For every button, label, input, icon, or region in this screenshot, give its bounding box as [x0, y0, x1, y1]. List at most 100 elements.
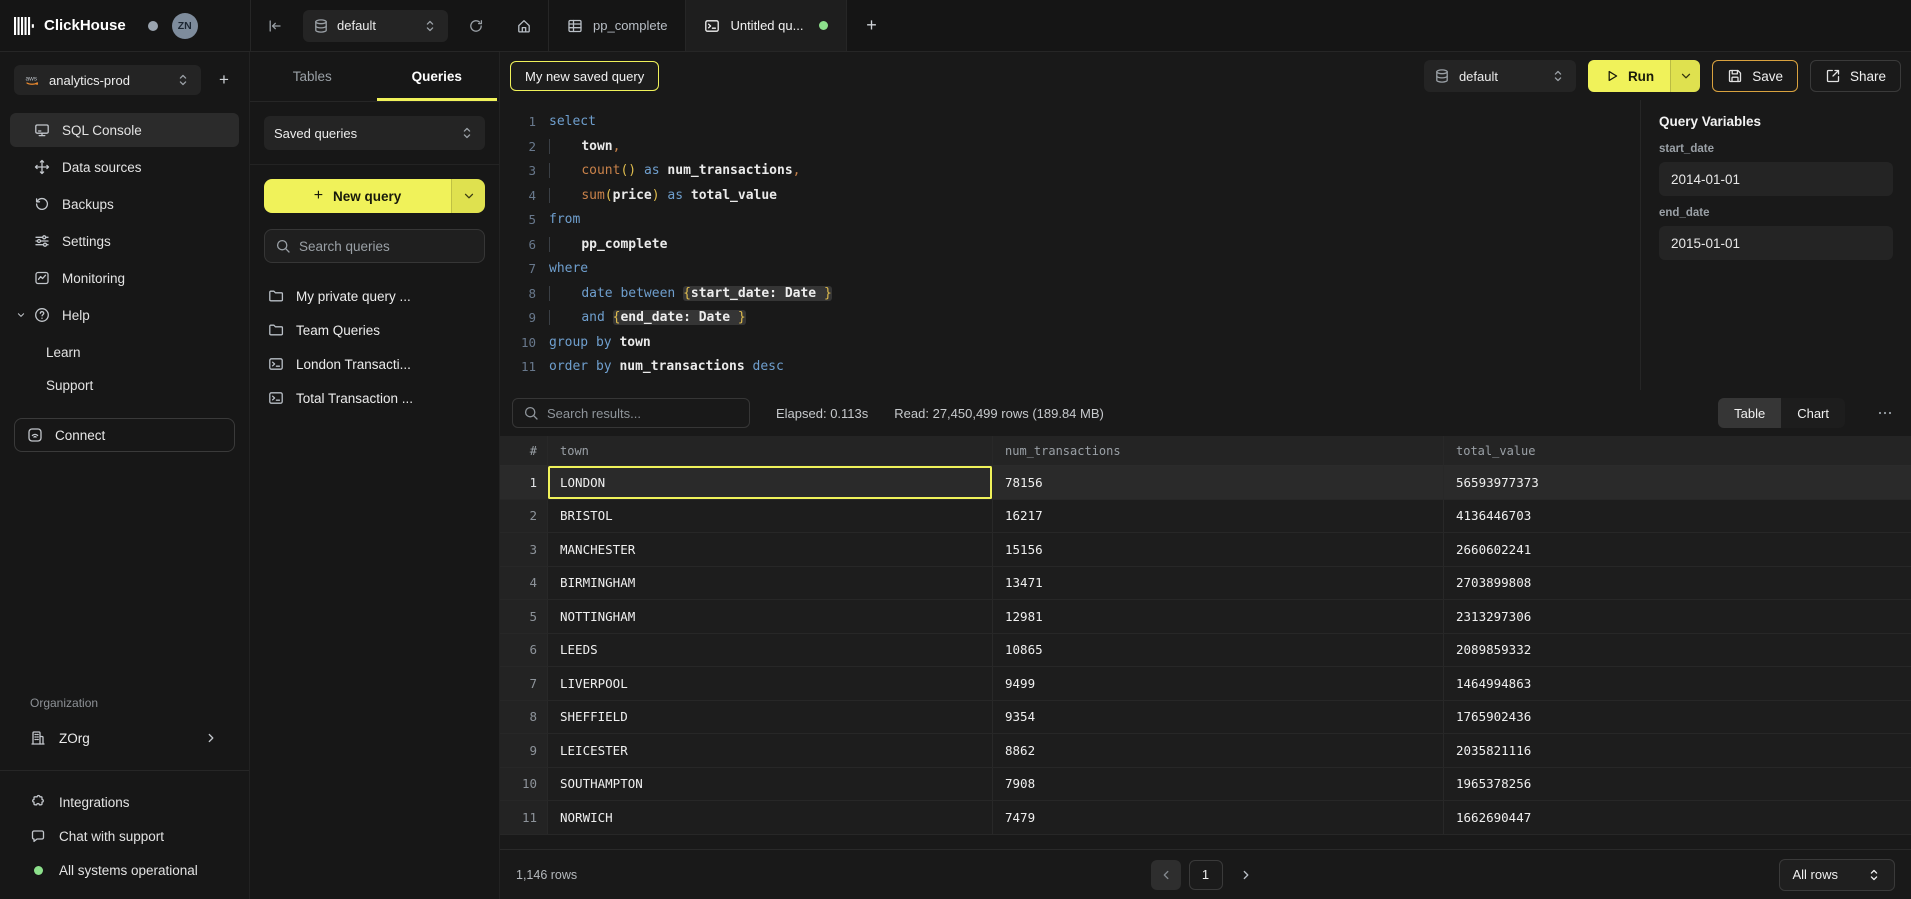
saved-query-item[interactable]: Team Queries: [250, 313, 499, 347]
sidebar-item-settings[interactable]: Settings: [10, 224, 239, 258]
row-index-cell[interactable]: 3: [500, 533, 548, 567]
workspace-selector[interactable]: aws analytics-prod: [14, 65, 201, 95]
row-index-cell[interactable]: 4: [500, 567, 548, 601]
cell-town[interactable]: LIVERPOOL: [548, 667, 993, 701]
sql-editor[interactable]: 1select2 town,3 count() as num_transacti…: [500, 100, 1640, 390]
cell-town[interactable]: MANCHESTER: [548, 533, 993, 567]
cell-total-value[interactable]: 1662690447: [1444, 801, 1911, 835]
cell-total-value[interactable]: 1464994863: [1444, 667, 1911, 701]
add-service-button[interactable]: +: [213, 70, 235, 90]
tab-pp-complete[interactable]: pp_complete: [548, 0, 685, 51]
cell-total-value[interactable]: 1765902436: [1444, 701, 1911, 735]
new-query-dropdown[interactable]: [451, 179, 485, 213]
collapse-panel-icon[interactable]: [267, 18, 283, 34]
run-button[interactable]: Run: [1588, 60, 1700, 92]
cell-num-transactions[interactable]: 12981: [993, 600, 1444, 634]
cell-num-transactions[interactable]: 13471: [993, 567, 1444, 601]
page-size-selector[interactable]: All rows: [1779, 859, 1895, 891]
cell-town[interactable]: NOTTINGHAM: [548, 600, 993, 634]
expand-chevron[interactable]: [15, 309, 27, 321]
sidebar-footer-chat-with-support[interactable]: Chat with support: [0, 819, 249, 853]
row-index-cell[interactable]: 9: [500, 734, 548, 768]
saved-query-item[interactable]: Total Transaction ...: [250, 381, 499, 415]
tab-untitled-query[interactable]: Untitled qu...: [685, 0, 847, 51]
cell-town[interactable]: LEICESTER: [548, 734, 993, 768]
share-button[interactable]: Share: [1810, 60, 1901, 92]
new-query-button[interactable]: +New query: [264, 179, 485, 213]
row-index-cell[interactable]: 2: [500, 500, 548, 534]
sidebar-item-help[interactable]: Help: [10, 298, 239, 332]
cell-num-transactions[interactable]: 9354: [993, 701, 1444, 735]
cell-town[interactable]: LEEDS: [548, 634, 993, 668]
cell-num-transactions[interactable]: 8862: [993, 734, 1444, 768]
cell-num-transactions[interactable]: 10865: [993, 634, 1444, 668]
sidebar-item-sql-console[interactable]: SQL Console: [10, 113, 239, 147]
cell-num-transactions[interactable]: 7479: [993, 801, 1444, 835]
cell-num-transactions[interactable]: 7908: [993, 768, 1444, 802]
saved-queries-selector[interactable]: Saved queries: [264, 116, 485, 150]
row-index-cell[interactable]: 10: [500, 768, 548, 802]
sidebar-subitem-learn[interactable]: Learn: [0, 336, 249, 369]
cell-num-transactions[interactable]: 16217: [993, 500, 1444, 534]
cell-num-transactions[interactable]: 78156: [993, 466, 1444, 500]
saved-query-item[interactable]: London Transacti...: [250, 347, 499, 381]
sidebar-item-data-sources[interactable]: Data sources: [10, 150, 239, 184]
avatar[interactable]: ZN: [172, 13, 198, 39]
variable-input-start_date[interactable]: [1659, 162, 1893, 196]
cell-total-value[interactable]: 56593977373: [1444, 466, 1911, 500]
sidebar-item-monitoring[interactable]: Monitoring: [10, 261, 239, 295]
column-header-index[interactable]: #: [500, 436, 548, 466]
saved-query-item[interactable]: My private query ...: [250, 279, 499, 313]
prev-page-button[interactable]: [1151, 860, 1181, 890]
row-index-cell[interactable]: 1: [500, 466, 548, 500]
cell-town[interactable]: SOUTHAMPTON: [548, 768, 993, 802]
cell-total-value[interactable]: 2313297306: [1444, 600, 1911, 634]
variable-input-end_date[interactable]: [1659, 226, 1893, 260]
column-header-total-value[interactable]: total_value: [1444, 436, 1911, 466]
search-queries-input[interactable]: [299, 239, 474, 254]
sidebar-footer-all-systems-operational[interactable]: All systems operational: [0, 853, 249, 887]
view-tab-chart[interactable]: Chart: [1781, 398, 1845, 428]
row-index-cell[interactable]: 8: [500, 701, 548, 735]
row-index-cell[interactable]: 7: [500, 667, 548, 701]
cell-num-transactions[interactable]: 15156: [993, 533, 1444, 567]
cell-total-value[interactable]: 2089859332: [1444, 634, 1911, 668]
page-number[interactable]: 1: [1189, 860, 1223, 890]
cell-total-value[interactable]: 2660602241: [1444, 533, 1911, 567]
save-button[interactable]: Save: [1712, 60, 1798, 92]
row-index-cell[interactable]: 11: [500, 801, 548, 835]
connect-button[interactable]: Connect: [14, 418, 235, 452]
search-results-input[interactable]: [547, 406, 739, 421]
row-index-cell[interactable]: 6: [500, 634, 548, 668]
tab-tables[interactable]: Tables: [250, 52, 375, 101]
saved-query-tab[interactable]: My new saved query: [510, 61, 659, 91]
view-tab-table[interactable]: Table: [1718, 398, 1781, 428]
more-options-button[interactable]: [1871, 405, 1899, 421]
column-header-num-transactions[interactable]: num_transactions: [993, 436, 1444, 466]
cell-town[interactable]: NORWICH: [548, 801, 993, 835]
cell-total-value[interactable]: 4136446703: [1444, 500, 1911, 534]
next-page-button[interactable]: [1231, 867, 1261, 883]
cell-total-value[interactable]: 2035821116: [1444, 734, 1911, 768]
table-row: 3MANCHESTER151562660602241: [500, 533, 1911, 567]
database-selector[interactable]: default: [303, 10, 448, 42]
cell-town[interactable]: SHEFFIELD: [548, 701, 993, 735]
sidebar-item-backups[interactable]: Backups: [10, 187, 239, 221]
organization-item[interactable]: ZOrg: [0, 722, 249, 754]
column-header-town[interactable]: town: [548, 436, 993, 466]
run-database-selector[interactable]: default: [1424, 60, 1576, 92]
sidebar-footer-integrations[interactable]: Integrations: [0, 785, 249, 819]
run-options-button[interactable]: [1670, 60, 1700, 92]
sidebar-subitem-support[interactable]: Support: [0, 369, 249, 402]
cell-total-value[interactable]: 2703899808: [1444, 567, 1911, 601]
cell-town[interactable]: LONDON: [548, 466, 993, 500]
row-index-cell[interactable]: 5: [500, 600, 548, 634]
tab-queries[interactable]: Queries: [375, 52, 500, 101]
cell-town[interactable]: BIRMINGHAM: [548, 567, 993, 601]
home-button[interactable]: [500, 0, 548, 51]
cell-town[interactable]: BRISTOL: [548, 500, 993, 534]
new-tab-button[interactable]: +: [847, 0, 895, 51]
refresh-icon[interactable]: [468, 18, 484, 34]
cell-total-value[interactable]: 1965378256: [1444, 768, 1911, 802]
cell-num-transactions[interactable]: 9499: [993, 667, 1444, 701]
